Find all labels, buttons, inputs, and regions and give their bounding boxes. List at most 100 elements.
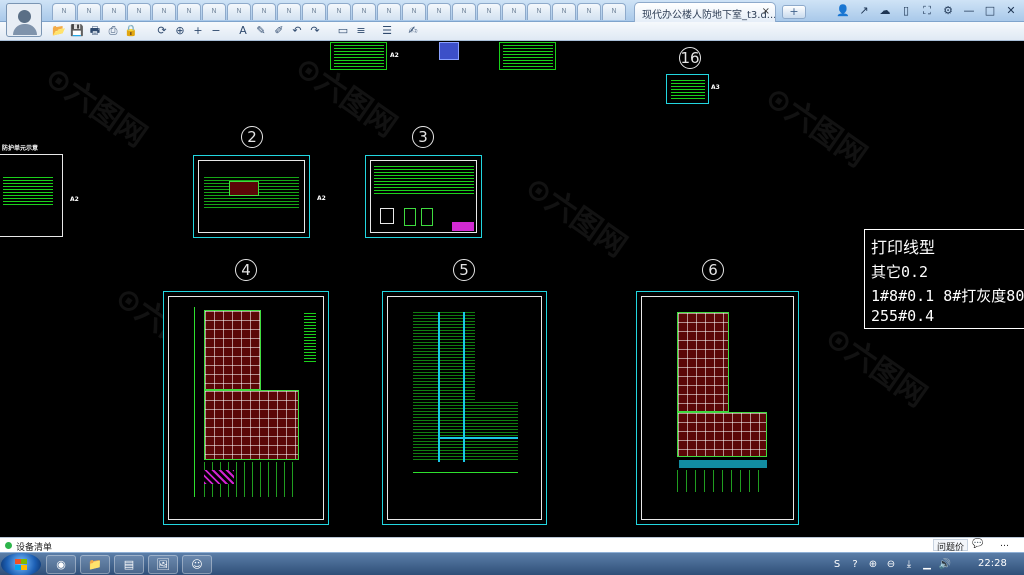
more-button[interactable]: … [1000, 539, 1009, 549]
drawing-canvas[interactable]: ⊙六图网 ⊙六图网 ⊙六图网 ⊙六图网 ⊙六图网 ⊙六图网 A2 16 A3 防… [0, 42, 1024, 537]
highlight-icon[interactable]: ✐ [272, 24, 286, 38]
sheet-3[interactable] [365, 155, 482, 238]
sheet-3-detail-b [404, 208, 416, 226]
taskbar-clock[interactable]: 22:28 [978, 558, 1007, 569]
top-notes-sheet[interactable] [499, 42, 556, 70]
settings-gear-icon[interactable]: ⚙ [939, 2, 957, 19]
document-tab-15[interactable]: N [402, 3, 426, 20]
taskbar-app-browser-icon[interactable]: ◉ [46, 555, 76, 574]
main-toolbar: 📂 💾 🖶 ⎙ 🔒 ⟳ ⊕ + − A ✎ ✐ ↶ ↷ ▭ ≡ ☰ ✍ [0, 22, 1024, 41]
document-tab-23[interactable]: N [602, 3, 626, 20]
document-tab-20[interactable]: N [527, 3, 551, 20]
sheet-2[interactable] [193, 155, 310, 238]
tray-help-icon[interactable]: ? [848, 558, 862, 572]
minimize-button[interactable]: — [960, 2, 978, 19]
new-tab-button[interactable]: + [782, 5, 806, 19]
taskbar-app-image-icon[interactable]: 🖼 [148, 555, 178, 574]
document-tab-11[interactable]: N [302, 3, 326, 20]
user-avatar[interactable] [6, 3, 42, 37]
tray-download-icon[interactable]: ⤓ [902, 558, 916, 572]
document-tab-21[interactable]: N [552, 3, 576, 20]
top-legend-sheet[interactable] [330, 42, 387, 70]
sheet-6-rooms [677, 470, 767, 492]
document-tab-6[interactable]: N [177, 3, 201, 20]
layer-icon[interactable]: ▭ [336, 24, 350, 38]
document-tab-1[interactable]: N [52, 3, 76, 20]
left-partial-sheet[interactable] [0, 154, 63, 237]
question-price-button[interactable]: 问题价 [933, 539, 969, 553]
zoom-window-icon[interactable]: ⊕ [173, 24, 187, 38]
document-tab-4[interactable]: N [127, 3, 151, 20]
lock-icon[interactable]: 🔒 [124, 24, 138, 38]
undo-icon[interactable]: ↶ [290, 24, 304, 38]
pen-icon[interactable]: ✎ [254, 24, 268, 38]
sheet-3-title-block [452, 222, 474, 231]
sheet-16[interactable] [666, 74, 709, 104]
print-linetype-note: 打印线型 其它0.2 1#8#0.1 8#打灰度80 255#0.4 [864, 229, 1024, 329]
document-tab-3[interactable]: N [102, 3, 126, 20]
sheet-4-legend [304, 312, 316, 362]
left-sheet-caption: 防护单元示意 [2, 145, 39, 152]
zoom-in-icon[interactable]: + [191, 24, 205, 38]
close-window-button[interactable]: ✕ [1002, 2, 1020, 19]
sheet-5[interactable] [382, 291, 547, 525]
message-icon[interactable]: 💬 [969, 539, 987, 551]
layers-stack-icon[interactable]: ☰ [380, 24, 394, 38]
tray-signal-icon[interactable]: ▁ [920, 558, 934, 572]
left-sheet-plan [3, 175, 53, 205]
print-preview-icon[interactable]: ⎙ [106, 24, 120, 38]
tray-network-icon[interactable]: ⊕ [866, 558, 880, 572]
print-icon[interactable]: 🖶 [88, 24, 102, 38]
properties-icon[interactable]: ✍ [406, 24, 420, 38]
linetype-icon[interactable]: ≡ [354, 24, 368, 38]
document-tab-9[interactable]: N [252, 3, 276, 20]
document-tab-18[interactable]: N [477, 3, 501, 20]
document-tab-5[interactable]: N [152, 3, 176, 20]
rotate-icon[interactable]: ⟳ [155, 24, 169, 38]
maximize-button[interactable]: □ [981, 2, 999, 19]
text-icon[interactable]: A [236, 24, 250, 38]
sheet-5-duct-secondary [463, 312, 465, 462]
cloud-icon[interactable]: ☁ [876, 2, 894, 19]
device-icon[interactable]: ▯ [897, 2, 915, 19]
sheet-3-plan [374, 166, 474, 194]
sheet-4-hatch [204, 470, 234, 484]
sheet-4-axis-line [194, 307, 195, 497]
document-tab-13[interactable]: N [352, 3, 376, 20]
document-tab-10[interactable]: N [277, 3, 301, 20]
document-tab-2[interactable]: N [77, 3, 101, 20]
tab-strip: NNNNNNNNNNNNNNNNNNNNNNN 现代办公楼人防地下室_t3.d.… [0, 0, 1024, 37]
taskbar-app-chat-icon[interactable]: ☺ [182, 555, 212, 574]
document-tab-16[interactable]: N [427, 3, 451, 20]
document-tab-22[interactable]: N [577, 3, 601, 20]
document-tab-8[interactable]: N [227, 3, 251, 20]
window-controls: 👤 ↗ ☁ ▯ ⛶ ⚙ — □ ✕ [834, 2, 1020, 19]
sheet-number-6: 6 [702, 259, 724, 281]
zoom-out-icon[interactable]: − [209, 24, 223, 38]
document-tab-17[interactable]: N [452, 3, 476, 20]
taskbar-app-books-icon[interactable]: ▤ [114, 555, 144, 574]
document-tab-12[interactable]: N [327, 3, 351, 20]
document-tab-7[interactable]: N [202, 3, 226, 20]
redo-icon[interactable]: ↷ [308, 24, 322, 38]
share-icon[interactable]: ↗ [855, 2, 873, 19]
document-tab-14[interactable]: N [377, 3, 401, 20]
sheet-6[interactable] [636, 291, 799, 525]
start-button[interactable] [1, 553, 41, 575]
tray-volume-icon[interactable]: 🔊 [938, 558, 952, 572]
tray-input-method-icon[interactable]: S [830, 558, 844, 572]
document-tab-title: 现代办公楼人防地下室_t3.d... [642, 10, 776, 21]
save-icon[interactable]: 💾 [70, 24, 84, 38]
close-tab-icon[interactable]: × [762, 6, 770, 17]
sheet-size-mark: A2 [317, 195, 326, 202]
fullscreen-icon[interactable]: ⛶ [918, 2, 936, 19]
document-tab-19[interactable]: N [502, 3, 526, 20]
sheet-3-detail-a [380, 208, 394, 224]
taskbar-app-explorer-icon[interactable]: 📁 [80, 555, 110, 574]
sheet-4[interactable] [163, 291, 329, 525]
open-icon[interactable]: 📂 [52, 24, 66, 38]
top-blue-sheet[interactable] [439, 42, 459, 60]
tray-security-icon[interactable]: ⊖ [884, 558, 898, 572]
user-icon[interactable]: 👤 [834, 2, 852, 19]
active-document-tab[interactable]: 现代办公楼人防地下室_t3.d... × [634, 2, 776, 22]
